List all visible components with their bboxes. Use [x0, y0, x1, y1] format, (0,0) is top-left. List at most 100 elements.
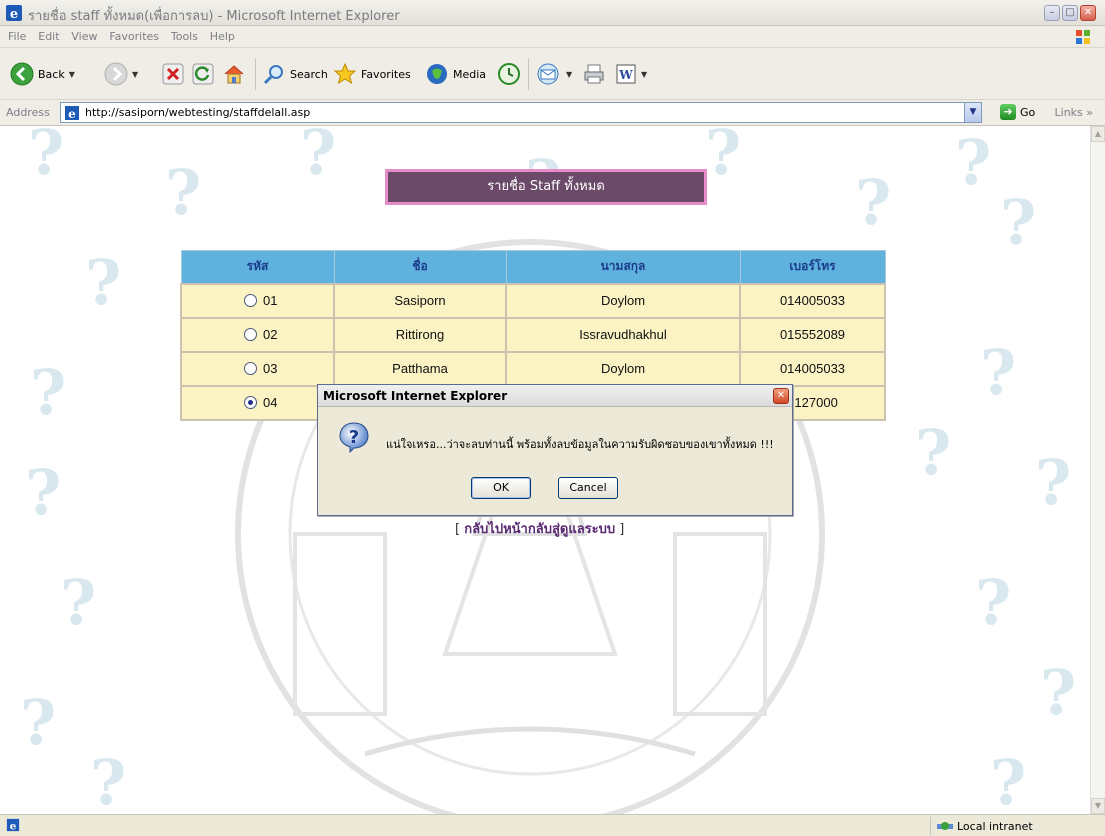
- media-icon: [427, 64, 447, 84]
- row-code: 04: [263, 395, 278, 410]
- table-row: 02 Rittirong Issravudhakhul 015552089: [180, 316, 886, 353]
- ie-icon: e: [6, 5, 22, 21]
- forward-button[interactable]: ▼: [104, 60, 138, 88]
- dropdown-arrow-icon[interactable]: ▼: [69, 70, 75, 79]
- header-first-name: ชื่อ: [333, 250, 507, 284]
- search-label: Search: [290, 67, 328, 81]
- row-code-cell: 04: [180, 384, 335, 421]
- page-title: รายชื่อ Staff ทั้งหมด: [385, 169, 707, 205]
- search-icon: [263, 65, 283, 85]
- bg-question-mark: ?: [915, 416, 952, 489]
- print-button[interactable]: [582, 60, 606, 88]
- minimize-button[interactable]: –: [1044, 5, 1060, 21]
- forward-arrow-icon: [104, 62, 128, 86]
- page-content: ? ? ? ? ? ? ? ? ? ? ? ? ? ? ? ? ? ? ? ? …: [0, 126, 1090, 814]
- stop-button[interactable]: [162, 60, 184, 88]
- row-first-name: Rittirong: [333, 316, 507, 353]
- word-icon: W: [616, 64, 636, 84]
- toolbar-separator: [528, 58, 529, 90]
- menu-help[interactable]: Help: [210, 30, 235, 43]
- row-code-cell: 01: [180, 282, 335, 319]
- dropdown-arrow-icon[interactable]: ▼: [566, 70, 572, 79]
- row-first-name: Patthama: [333, 350, 507, 387]
- bg-question-mark: ?: [1000, 186, 1037, 259]
- toolbar: Back ▼ ▼ Search Favorites Media ▼ W ▼: [0, 48, 1105, 100]
- staff-radio-03[interactable]: [244, 362, 257, 375]
- staff-radio-02[interactable]: [244, 328, 257, 341]
- scroll-down-arrow-icon[interactable]: ▼: [1091, 798, 1105, 814]
- vertical-scrollbar[interactable]: ▲ ▼: [1090, 126, 1105, 814]
- svg-text:?: ?: [349, 427, 359, 448]
- maximize-button[interactable]: □: [1062, 5, 1078, 21]
- edit-word-button[interactable]: W ▼: [615, 60, 647, 88]
- bg-question-mark: ?: [855, 166, 892, 239]
- menu-edit[interactable]: Edit: [38, 30, 59, 43]
- close-window-button[interactable]: ✕: [1080, 5, 1096, 21]
- dialog-titlebar: Microsoft Internet Explorer ✕: [318, 385, 792, 407]
- address-label: Address: [6, 106, 50, 119]
- bg-question-mark: ?: [85, 246, 122, 319]
- dialog-title: Microsoft Internet Explorer: [323, 389, 508, 403]
- back-label: Back: [38, 67, 65, 81]
- staff-radio-01[interactable]: [244, 294, 257, 307]
- svg-text:e: e: [10, 820, 17, 832]
- bg-question-mark: ?: [1040, 656, 1077, 729]
- favorites-label: Favorites: [361, 67, 411, 81]
- confirm-dialog: Microsoft Internet Explorer ✕ ? แน่ใจเหร…: [317, 384, 793, 516]
- menu-file[interactable]: File: [8, 30, 26, 43]
- row-last-name: Doylom: [505, 350, 741, 387]
- local-intranet-icon: [937, 822, 953, 830]
- go-button[interactable]: ➜ Go: [1000, 104, 1035, 120]
- star-icon: [333, 62, 357, 85]
- mail-button[interactable]: ▼: [536, 60, 572, 88]
- bg-question-mark: ?: [1035, 446, 1072, 519]
- bg-question-mark: ?: [990, 746, 1027, 814]
- dropdown-arrow-icon[interactable]: ▼: [132, 70, 138, 79]
- bg-question-mark: ?: [28, 126, 65, 189]
- favorites-button[interactable]: Favorites: [333, 60, 411, 88]
- refresh-button[interactable]: [192, 60, 214, 88]
- page-ie-icon: e: [65, 106, 79, 121]
- row-last-name: Doylom: [505, 282, 741, 319]
- home-icon: [224, 65, 244, 84]
- menu-view[interactable]: View: [71, 30, 97, 43]
- go-arrow-icon: ➜: [1000, 104, 1016, 120]
- row-code-cell: 02: [180, 316, 335, 353]
- header-code: รหัส: [180, 250, 335, 284]
- printer-icon: [584, 64, 604, 84]
- history-button[interactable]: [497, 60, 521, 88]
- dialog-close-button[interactable]: ✕: [773, 388, 789, 404]
- mail-icon: [537, 63, 559, 85]
- bg-question-mark: ?: [955, 126, 992, 199]
- ok-button[interactable]: OK: [471, 477, 531, 499]
- address-dropdown-button[interactable]: ▼: [964, 103, 981, 122]
- row-first-name: Sasiporn: [333, 282, 507, 319]
- back-arrow-icon: [10, 62, 34, 86]
- row-phone: 014005033: [739, 282, 886, 319]
- links-button[interactable]: Links »: [1055, 106, 1093, 119]
- dialog-message: แน่ใจเหรอ...ว่าจะลบท่านนี้ พร้อมทั้งลบข้…: [386, 438, 774, 451]
- status-bar: e Local intranet: [0, 814, 1105, 836]
- bg-question-mark: ?: [60, 566, 97, 639]
- address-input[interactable]: e http://sasiporn/webtesting/staffdelall…: [60, 102, 982, 123]
- row-code: 01: [263, 293, 278, 308]
- media-button[interactable]: Media: [425, 60, 486, 88]
- scroll-up-arrow-icon[interactable]: ▲: [1091, 126, 1105, 142]
- refresh-icon: [192, 63, 214, 85]
- staff-radio-04[interactable]: [244, 396, 257, 409]
- page-status-icon: e: [6, 818, 20, 832]
- dropdown-arrow-icon[interactable]: ▼: [641, 70, 647, 79]
- svg-text:W: W: [618, 68, 633, 82]
- svg-text:e: e: [68, 107, 76, 121]
- svg-text:e: e: [10, 7, 18, 21]
- cancel-button[interactable]: Cancel: [558, 477, 618, 499]
- back-button[interactable]: Back ▼: [10, 60, 75, 88]
- header-phone: เบอร์โทร: [739, 250, 886, 284]
- back-to-admin-link[interactable]: กลับไปหน้ากลับสู่ดูแลระบบ: [464, 522, 615, 537]
- search-button[interactable]: Search: [262, 60, 328, 88]
- menu-tools[interactable]: Tools: [171, 30, 198, 43]
- menu-favorites[interactable]: Favorites: [109, 30, 159, 43]
- table-row: 01 Sasiporn Doylom 014005033: [180, 282, 886, 319]
- home-button[interactable]: [222, 60, 246, 88]
- security-zone: Local intranet: [930, 817, 1100, 835]
